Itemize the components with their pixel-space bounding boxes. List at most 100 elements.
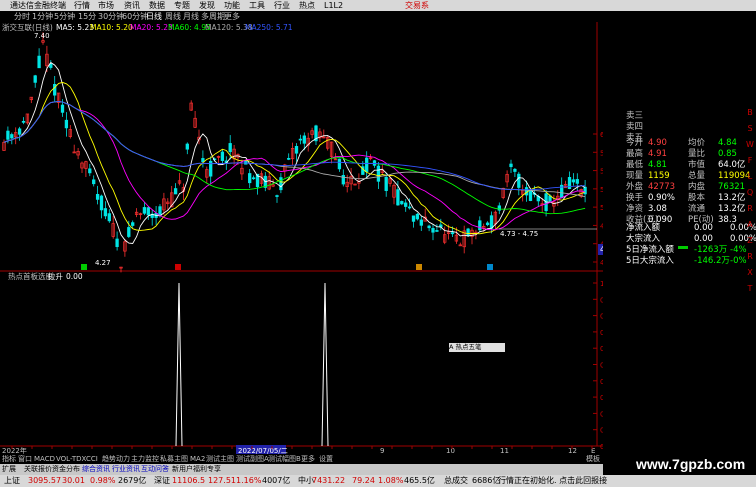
right-toolbar-button[interactable]: T (744, 284, 756, 293)
menu-bar: 通达信金融终端 行情 市场 资讯 数据 专题 发现 功能 工具 行业 热点 L1… (0, 0, 756, 11)
info-tab[interactable]: 行业资讯 (112, 464, 140, 475)
indicator-tick-label: 0.20 (600, 410, 603, 418)
candle-body (376, 165, 381, 182)
quote-label: 量比 (688, 149, 706, 159)
signal-marker (487, 264, 493, 270)
quote-row: 今开 4.90 均价 4.84 (626, 138, 744, 149)
quote-label: 均价 (688, 138, 706, 148)
right-toolbar-button[interactable]: B (744, 108, 756, 117)
period-tab[interactable]: 月线 (183, 11, 199, 22)
right-toolbar-button[interactable]: Z (744, 236, 756, 245)
template-tab[interactable]: 模板 (586, 454, 600, 464)
status-item: 总成交 (444, 476, 468, 485)
menu-item[interactable]: 专题 (174, 0, 190, 11)
right-toolbar-button[interactable]: F (744, 156, 756, 165)
menu-item[interactable]: 功能 (224, 0, 240, 11)
period-tab[interactable]: 多周期 (201, 11, 225, 22)
candle-body (10, 134, 14, 139)
indicator-tab[interactable]: VOL-TDX (56, 454, 86, 464)
ma250-label: MA250: 5.71 (245, 23, 293, 32)
indicator-tab[interactable]: 主力监控 (131, 454, 159, 464)
indicator-tab[interactable]: 设置 (319, 454, 333, 464)
chart-area[interactable]: 6.005.755.505.255.004.754.504.251.000.90… (0, 0, 603, 454)
price-tick-label: 4.25 (600, 259, 603, 267)
candle-body (478, 220, 482, 231)
candle-body (571, 179, 576, 183)
menu-item[interactable]: 市场 (98, 0, 114, 11)
period-tab[interactable]: 60分钟 (122, 11, 148, 22)
right-toolbar-button[interactable]: R (744, 252, 756, 261)
candle-body (411, 215, 416, 222)
right-toolbar-button[interactable]: S (744, 124, 756, 133)
candle-body (365, 157, 369, 172)
quote-label: 外盘 (626, 182, 644, 192)
candle-body (431, 228, 435, 233)
period-tab[interactable]: 30分钟 (98, 11, 124, 22)
menu-item[interactable]: 行业 (274, 0, 290, 11)
candle-body (64, 119, 69, 129)
indicator-tab[interactable]: 测试幅图B (268, 454, 301, 464)
period-tab[interactable]: 更多 (224, 11, 240, 22)
candle-body (185, 143, 189, 150)
period-tab[interactable]: 周线 (165, 11, 181, 22)
candle-body (142, 207, 147, 214)
period-tab[interactable]: 15分 (78, 11, 96, 22)
candle-body (6, 130, 10, 140)
time-month-label: 11 (500, 447, 509, 454)
right-toolbar-button[interactable]: L (744, 172, 756, 181)
candle-body (158, 206, 162, 216)
indicator-tab[interactable]: 私募主图 (160, 454, 188, 464)
current-price-label: 4.37 (600, 245, 603, 254)
indicator-tab[interactable]: 趋势动力 (102, 454, 130, 464)
info-tab[interactable]: 资金分布 (52, 464, 80, 475)
quote-value: 4.90 (648, 138, 667, 148)
status-item: 上证 (4, 476, 20, 485)
candle-body (404, 202, 408, 207)
menu-item[interactable]: 发现 (199, 0, 215, 11)
hotspot-popup[interactable]: A 热点五笔 (449, 343, 505, 352)
indicator-tab[interactable]: 测试副图A (236, 454, 269, 464)
candle-body (146, 207, 150, 216)
menu-item[interactable]: 数据 (149, 0, 165, 11)
indicator-tab[interactable]: CCI (86, 454, 98, 464)
right-toolbar-button[interactable]: A (744, 220, 756, 229)
candle-body (427, 225, 431, 229)
right-toolbar-button[interactable]: Q (744, 188, 756, 197)
menu-item[interactable]: 工具 (249, 0, 265, 11)
indicator-tab[interactable]: 窗口 (18, 454, 32, 464)
menu-item[interactable]: 热点 (299, 0, 315, 11)
indicator-tab[interactable]: MA2 (190, 454, 205, 464)
info-tab[interactable]: 扩展 (2, 464, 16, 475)
menu-item[interactable]: 行情 (74, 0, 90, 11)
candle-body (131, 222, 135, 226)
quote-value: 4.84 (718, 138, 737, 148)
candle-body (466, 228, 470, 236)
info-tab[interactable]: 互动问答 (141, 464, 169, 475)
period-tab[interactable]: 5分钟 (54, 11, 75, 22)
menu-item[interactable]: L1L2 (324, 0, 343, 11)
info-tab-bar: 扩展 关联报价 资金分布 综合资讯 行业资讯 互动问答 新用户福利专享 (0, 464, 603, 475)
right-toolbar-button[interactable]: X (744, 268, 756, 277)
right-toolbar-button[interactable]: W (744, 140, 756, 149)
high-label: 7.40 (34, 32, 50, 40)
right-toolbar-button[interactable]: R (744, 204, 756, 213)
indicator-tab[interactable]: MACD (34, 454, 55, 464)
stock-name: 浙交互联(日线) (2, 23, 53, 32)
indicator-tab[interactable]: 指标 (2, 454, 16, 464)
period-tab[interactable]: 1分钟 (32, 11, 53, 22)
trade-system-label[interactable]: 交易系 (405, 0, 429, 11)
info-tab[interactable]: 关联报价 (24, 464, 52, 475)
period-tab[interactable]: 分时 (14, 11, 30, 22)
quote-row: 换手 0.90% 股本 13.2亿 (626, 193, 745, 204)
period-tab[interactable]: 日线 (146, 11, 162, 22)
indicator-tab[interactable]: 更多 (301, 454, 315, 464)
info-tab[interactable]: 新用户福利专享 (172, 464, 221, 475)
quote-value: 4.91 (648, 149, 667, 159)
indicator-tab[interactable]: 测试主图 (206, 454, 234, 464)
quote-row: 净资 3.08 流通 13.2亿 (626, 204, 745, 215)
status-item: 7431.22 (312, 476, 346, 485)
info-tab[interactable]: 综合资讯 (82, 464, 110, 475)
candle-body (92, 179, 96, 185)
menu-item[interactable]: 资讯 (124, 0, 140, 11)
signal-marker (175, 264, 181, 270)
